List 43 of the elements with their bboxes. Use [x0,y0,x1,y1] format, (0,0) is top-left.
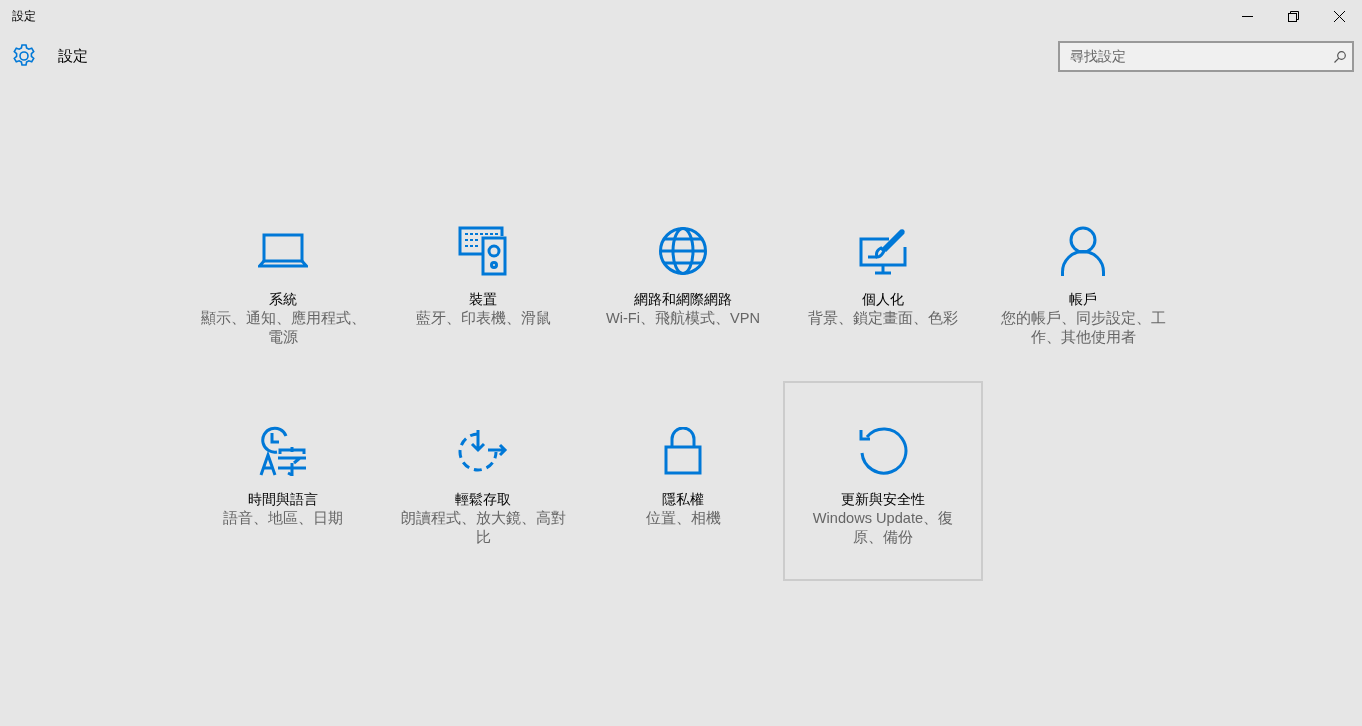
tile-description: Wi-Fi、飛航模式、VPN [604,309,761,328]
settings-tile[interactable]: 時間與語言 語音、地區、日期 [183,381,383,581]
tile-description: 藍牙、印表機、滑鼠 [414,309,552,328]
page-title: 設定 [58,46,89,66]
settings-tile[interactable]: 隱私權 位置、相機 [583,381,783,581]
settings-tile[interactable]: 帳戶 您的帳戶、同步設定、工作、其他使用者 [983,181,1183,381]
laptop-icon [258,233,308,269]
tile-title: 裝置 [469,290,497,309]
tile-title: 系統 [269,290,297,309]
globe-icon [658,226,708,276]
tile-description: Windows Update、復原、備份 [811,509,955,547]
tile-description: 朗讀程式、放大鏡、高對比 [400,509,566,547]
tile-description: 顯示、通知、應用程式、電源 [200,309,366,347]
tile-title: 時間與語言 [248,490,318,509]
tile-description: 語音、地區、日期 [222,509,344,528]
tile-title: 隱私權 [662,490,704,509]
tile-title: 個人化 [862,290,904,309]
paintbrush-monitor-icon [859,227,907,275]
person-icon [1061,226,1105,276]
search-field[interactable]: 尋找設定 [1058,40,1354,72]
settings-tile[interactable]: 裝置 藍牙、印表機、滑鼠 [383,181,583,381]
tile-description: 背景、鎖定畫面、色彩 [807,309,959,328]
settings-tile[interactable]: 更新與安全性 Windows Update、復原、備份 [783,381,983,581]
tile-title: 網路和網際網路 [634,290,732,309]
tile-title: 帳戶 [1069,290,1097,309]
settings-tile[interactable]: 網路和網際網路 Wi-Fi、飛航模式、VPN [583,181,783,381]
settings-tile[interactable]: 輕鬆存取 朗讀程式、放大鏡、高對比 [383,381,583,581]
restore-icon [1287,10,1299,22]
devices-icon [458,226,508,276]
tile-title: 輕鬆存取 [455,490,511,509]
refresh-icon [858,426,908,476]
window-title: 設定 [12,7,37,25]
settings-icon [12,44,36,68]
clock-letter-icon [258,426,308,476]
settings-tile[interactable]: 個人化 背景、鎖定畫面、色彩 [783,181,983,381]
accessibility-icon [458,428,508,474]
settings-tile[interactable]: 系統 顯示、通知、應用程式、電源 [183,181,383,381]
tile-title: 更新與安全性 [841,490,925,509]
search-icon [1334,50,1346,63]
tile-description: 您的帳戶、同步設定、工作、其他使用者 [1000,309,1166,347]
tile-description: 位置、相機 [644,509,722,528]
lock-icon [664,427,702,475]
close-icon [1333,10,1345,22]
